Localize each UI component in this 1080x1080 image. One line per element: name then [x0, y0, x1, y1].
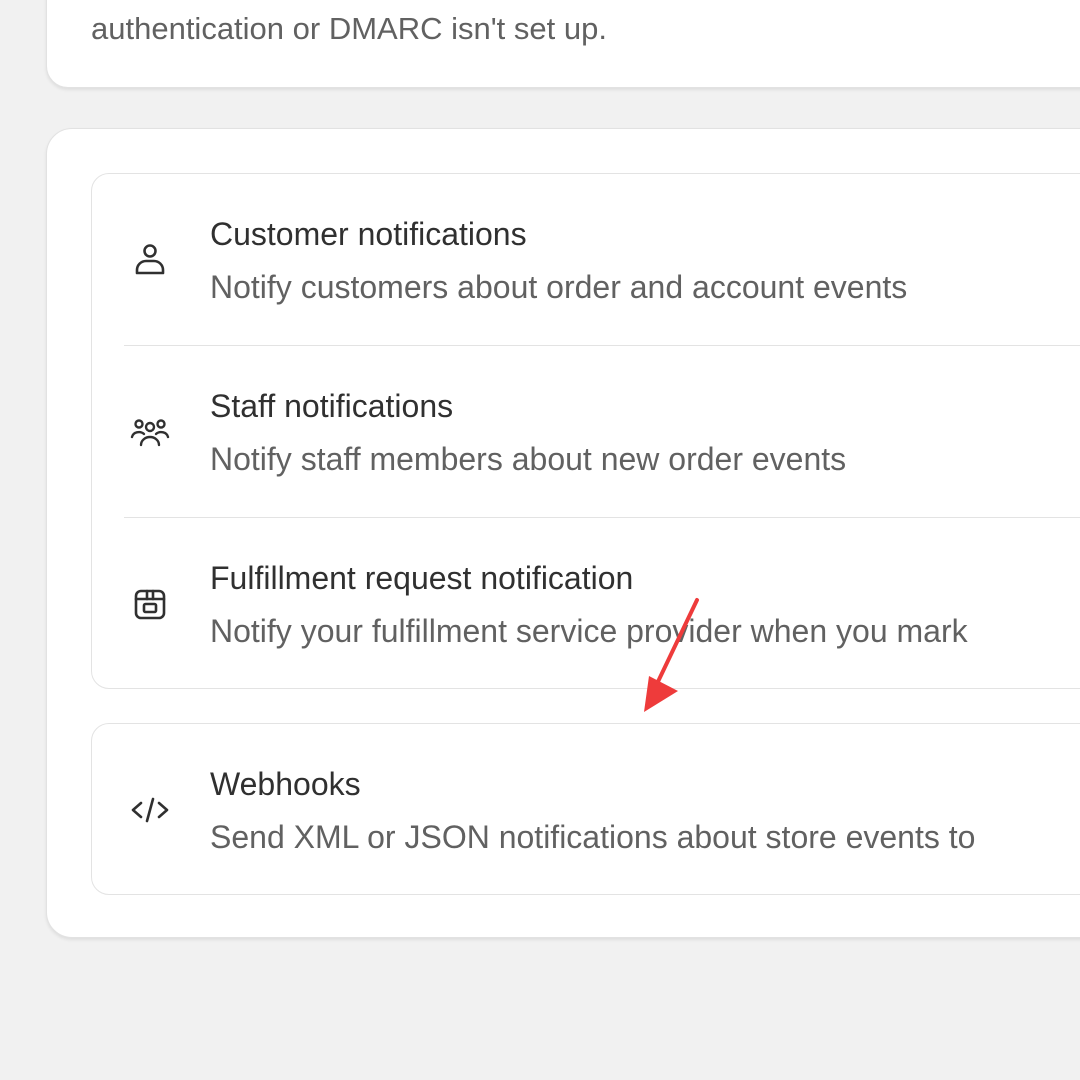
person-icon: [128, 238, 172, 282]
notification-types-list: Customer notifications Notify customers …: [91, 173, 1080, 689]
webhooks-title: Webhooks: [210, 766, 361, 802]
code-icon: [128, 788, 172, 832]
staff-notifications-row[interactable]: Staff notifications Notify staff members…: [92, 346, 1080, 518]
banner-text: authentication or DMARC isn't set up.: [91, 11, 607, 46]
webhooks-list: Webhooks Send XML or JSON notifications …: [91, 723, 1080, 895]
customer-notifications-row[interactable]: Customer notifications Notify customers …: [92, 174, 1080, 346]
package-icon: [128, 582, 172, 626]
customer-notifications-title: Customer notifications: [210, 216, 527, 252]
people-icon: [128, 410, 172, 454]
staff-notifications-description: Notify staff members about new order eve…: [210, 441, 847, 477]
email-authentication-banner: authentication or DMARC isn't set up.: [46, 0, 1080, 88]
webhooks-row[interactable]: Webhooks Send XML or JSON notifications …: [92, 724, 1080, 896]
webhooks-description: Send XML or JSON notifications about sto…: [210, 819, 976, 855]
fulfillment-request-notification-description: Notify your fulfillment service provider…: [210, 613, 968, 649]
customer-notifications-description: Notify customers about order and account…: [210, 269, 908, 305]
fulfillment-request-notification-title: Fulfillment request notification: [210, 560, 634, 596]
settings-notifications-page: authentication or DMARC isn't set up. Cu…: [0, 0, 1080, 1080]
staff-notifications-title: Staff notifications: [210, 388, 454, 424]
fulfillment-request-notification-row[interactable]: Fulfillment request notification Notify …: [92, 518, 1080, 690]
notifications-card: Customer notifications Notify customers …: [46, 128, 1080, 938]
